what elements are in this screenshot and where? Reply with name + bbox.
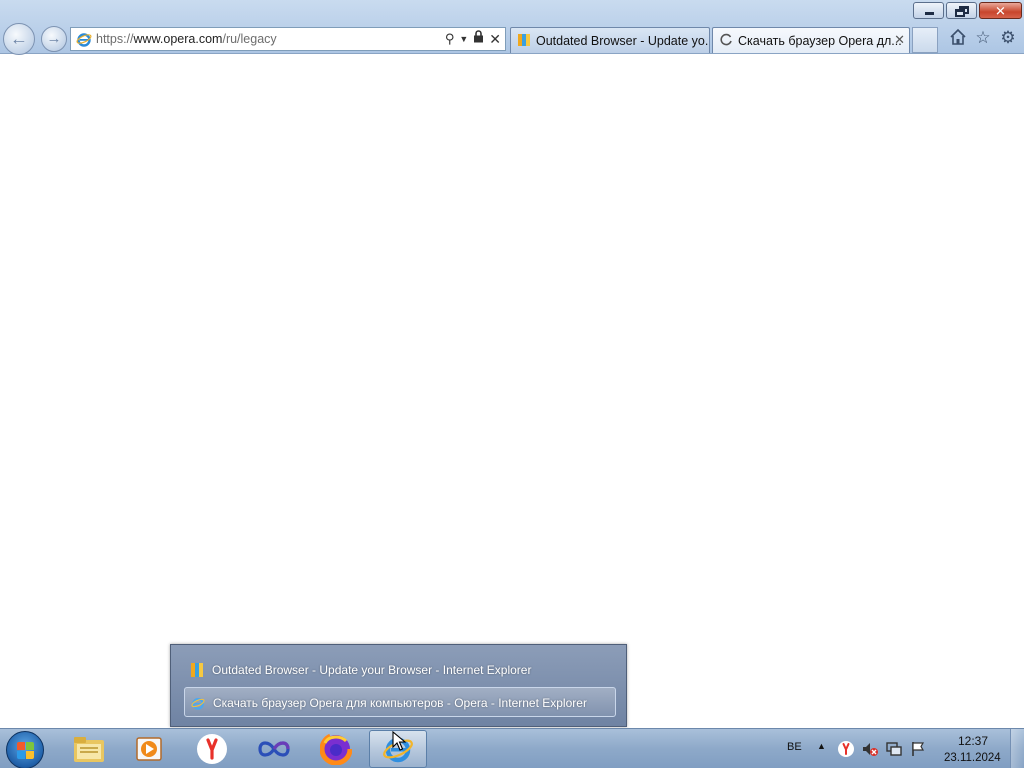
url-host: www.opera.com bbox=[133, 32, 223, 46]
taskbar-media-player[interactable] bbox=[120, 730, 178, 768]
url-path: /ru/legacy bbox=[222, 32, 277, 46]
forward-button[interactable]: → bbox=[41, 26, 67, 52]
window-item-label: Outdated Browser - Update your Browser -… bbox=[212, 663, 532, 677]
window-item-outdated-browser[interactable]: Outdated Browser - Update your Browser -… bbox=[184, 655, 616, 685]
taskbar-infinity-app[interactable] bbox=[245, 730, 303, 768]
action-center-flag-icon[interactable] bbox=[909, 740, 927, 758]
mouse-pointer-icon bbox=[392, 731, 406, 751]
forward-arrow-icon: → bbox=[46, 29, 62, 47]
settings-gear-icon[interactable]: ⚙ bbox=[998, 28, 1018, 48]
address-bar[interactable]: https://www.opera.com/ru/legacy ⚲ ▼ ✕ bbox=[70, 27, 506, 51]
page-content bbox=[0, 55, 1024, 728]
clock-date[interactable]: 23.11.2024 bbox=[944, 752, 1001, 764]
taskbar-file-explorer[interactable] bbox=[60, 730, 118, 768]
url-scheme: https:// bbox=[96, 32, 134, 46]
back-arrow-icon: ← bbox=[10, 28, 28, 49]
network-icon[interactable] bbox=[885, 740, 903, 758]
yandex-icon bbox=[197, 734, 227, 764]
yandex-tray-icon[interactable] bbox=[837, 740, 855, 758]
firefox-icon bbox=[320, 733, 352, 765]
ie-icon bbox=[191, 698, 205, 710]
close-window-button[interactable]: ✕ bbox=[979, 2, 1022, 19]
dropdown-icon[interactable]: ▼ bbox=[459, 30, 468, 48]
volume-muted-icon[interactable] bbox=[861, 740, 879, 758]
window-item-label: Скачать браузер Opera для компьютеров - … bbox=[213, 696, 587, 710]
loading-spinner-icon bbox=[720, 33, 732, 46]
clock-time[interactable]: 12:37 bbox=[958, 734, 988, 748]
back-button[interactable]: ← bbox=[3, 23, 35, 55]
show-hidden-icons-arrow-icon[interactable]: ▲ bbox=[817, 741, 826, 751]
taskbar-firefox[interactable] bbox=[307, 730, 365, 768]
new-tab-button[interactable] bbox=[912, 27, 938, 53]
restore-button[interactable] bbox=[946, 2, 977, 19]
show-desktop-button[interactable] bbox=[1010, 729, 1024, 768]
outdated-browser-favicon bbox=[518, 34, 530, 46]
windows-logo-icon bbox=[17, 742, 25, 750]
media-player-icon bbox=[136, 737, 162, 761]
stop-icon[interactable]: ✕ bbox=[489, 30, 501, 48]
folder-icon bbox=[74, 737, 104, 762]
address-url[interactable]: https://www.opera.com/ru/legacy bbox=[96, 32, 277, 46]
outdated-browser-favicon bbox=[191, 663, 203, 677]
tab-opera-download[interactable]: Скачать браузер Opera дл... ✕ bbox=[712, 27, 910, 53]
tab-title: Скачать браузер Opera дл... bbox=[738, 34, 902, 48]
tab-outdated-browser[interactable]: Outdated Browser - Update yo... bbox=[510, 27, 710, 53]
minimize-button[interactable] bbox=[913, 2, 944, 19]
home-icon[interactable] bbox=[948, 28, 968, 48]
close-icon: ✕ bbox=[995, 3, 1006, 18]
taskbar-window-list: Outdated Browser - Update your Browser -… bbox=[170, 644, 627, 727]
infinity-icon bbox=[258, 741, 290, 757]
taskbar: BE ▲ 12:37 23.11.2024 bbox=[0, 728, 1024, 768]
address-actions: ⚲ ▼ ✕ bbox=[440, 30, 501, 48]
tab-title: Outdated Browser - Update yo... bbox=[536, 34, 710, 48]
taskbar-yandex-browser[interactable] bbox=[183, 730, 241, 768]
favorites-star-icon[interactable]: ☆ bbox=[973, 28, 993, 48]
window-controls: ✕ bbox=[911, 2, 1022, 19]
ie-page-icon bbox=[76, 33, 92, 47]
start-button[interactable] bbox=[6, 731, 44, 768]
search-icon[interactable]: ⚲ bbox=[445, 30, 455, 48]
browser-toolbar: ✕ ← → https://www.opera.com/ru/legacy ⚲ … bbox=[0, 0, 1024, 55]
language-indicator[interactable]: BE bbox=[787, 741, 802, 753]
lock-icon[interactable] bbox=[473, 30, 484, 48]
window-item-opera-download[interactable]: Скачать браузер Opera для компьютеров - … bbox=[184, 687, 616, 717]
tab-close-icon[interactable]: ✕ bbox=[894, 32, 905, 48]
